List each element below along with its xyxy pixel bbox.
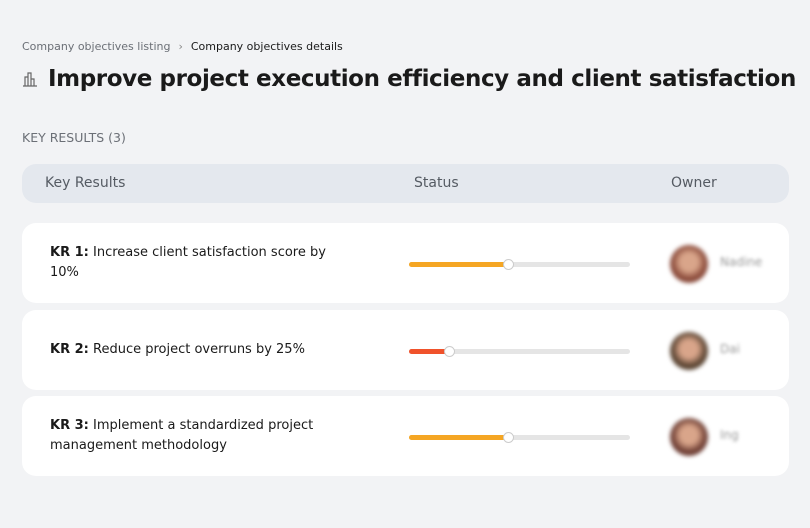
progress-fill [409, 435, 509, 440]
progress-handle[interactable] [443, 346, 455, 357]
header-key-results: Key Results [45, 175, 126, 191]
key-result-id: KR 3: [50, 418, 89, 433]
progress-bar[interactable] [409, 259, 630, 270]
breadcrumb-parent-link[interactable]: Company objectives listing [22, 40, 170, 53]
breadcrumb-current: Company objectives details [190, 40, 343, 53]
table-row[interactable]: KR 3: Implement a standardized project m… [22, 396, 789, 476]
breadcrumb: Company objectives listing › Company obj… [22, 40, 343, 53]
key-result-id: KR 1: [50, 245, 89, 260]
key-result-text: KR 3: Implement a standardized project m… [50, 416, 330, 456]
table-header: Key Results Status Owner [22, 164, 789, 203]
progress-fill [409, 262, 509, 267]
progress-fill [409, 349, 449, 354]
progress-bar[interactable] [409, 346, 630, 357]
page-title-row: Improve project execution efficiency and… [22, 66, 796, 92]
table-row[interactable]: KR 2: Reduce project overruns by 25% Dai [22, 310, 789, 390]
key-result-description: Increase client satisfaction score by 10… [50, 245, 326, 280]
table-row[interactable]: KR 1: Increase client satisfaction score… [22, 223, 789, 303]
page-title: Improve project execution efficiency and… [48, 66, 796, 92]
chevron-right-icon: › [178, 40, 183, 53]
key-result-description: Implement a standardized project managem… [50, 418, 314, 453]
key-result-id: KR 2: [50, 342, 89, 357]
key-result-description: Reduce project overruns by 25% [93, 342, 305, 357]
owner-name: Nadine [720, 255, 763, 269]
avatar [670, 332, 708, 370]
owner-name: Ing [720, 428, 739, 442]
key-results-count: KEY RESULTS (3) [22, 130, 126, 145]
avatar [670, 245, 708, 283]
header-status: Status [414, 175, 459, 191]
header-owner: Owner [671, 175, 717, 191]
progress-handle[interactable] [503, 259, 515, 270]
progress-bar[interactable] [409, 432, 630, 443]
progress-handle[interactable] [503, 432, 515, 443]
owner-name: Dai [720, 342, 740, 356]
key-result-text: KR 2: Reduce project overruns by 25% [50, 340, 330, 360]
avatar [670, 418, 708, 456]
building-icon [23, 72, 37, 87]
key-result-text: KR 1: Increase client satisfaction score… [50, 243, 330, 283]
